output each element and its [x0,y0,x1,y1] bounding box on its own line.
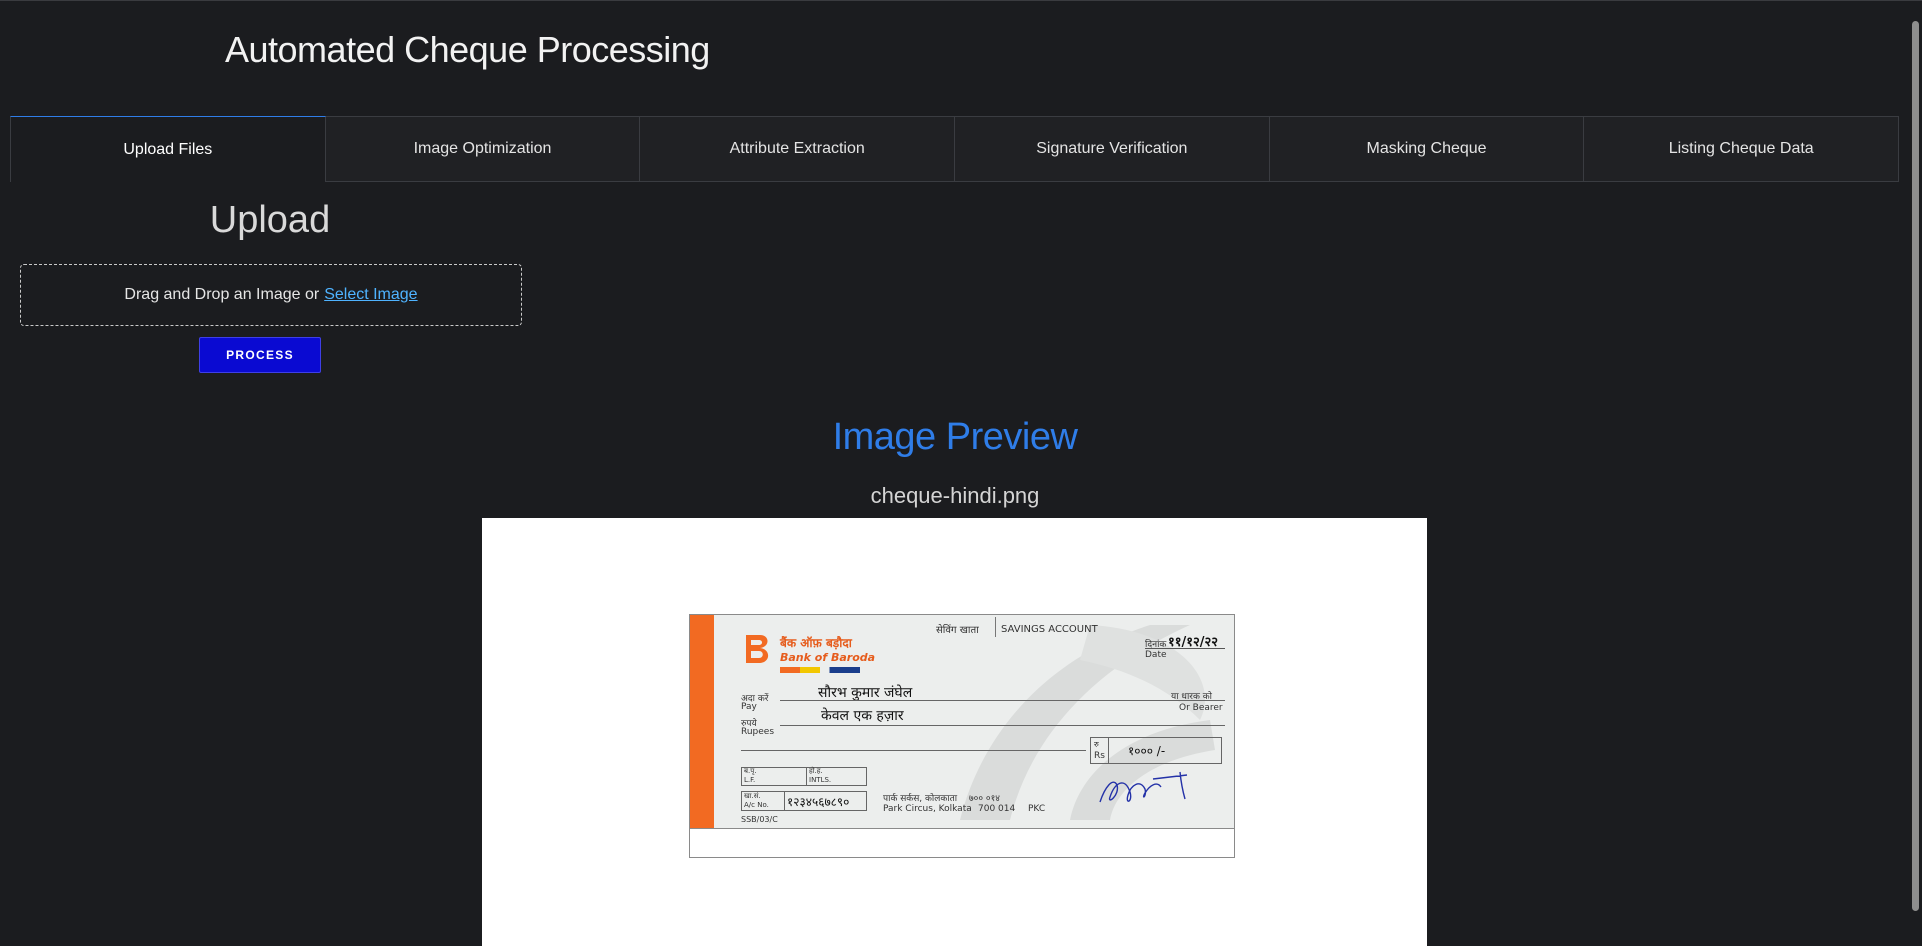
payee-line [780,700,1225,701]
account-type: SAVINGS ACCOUNT [1001,624,1098,635]
account-type-divider [995,617,996,637]
tab-bar: Upload Files Image Optimization Attribut… [10,116,1900,182]
app-window: Automated Cheque Processing Upload Files… [0,0,1922,946]
tab-upload-files[interactable]: Upload Files [10,116,326,182]
acno-box-divider [784,791,785,811]
tab-signature-verification[interactable]: Signature Verification [955,116,1270,182]
words-line-2 [741,750,1086,751]
preview-filename: cheque-hindi.png [870,483,1040,508]
rs-label: Rs [1094,751,1105,761]
image-preview-frame: बैंक ऑफ़ बड़ौदा Bank of Baroda सेविंग खा… [482,518,1427,946]
tab-attribute-extraction[interactable]: Attribute Extraction [640,116,956,182]
lf-box [741,767,867,786]
branch-code: PKC [1028,804,1046,814]
cheque-body: बैंक ऑफ़ बड़ौदा Bank of Baroda सेविंग खा… [690,615,1234,829]
intls-label-hindi: हो.ह. [809,767,823,775]
pin-hindi: ७०० ०१४ [969,794,1000,804]
date-label: Date [1145,650,1167,660]
lf-label-hindi: ब.पृ. [744,767,757,775]
cheque-image: बैंक ऑफ़ बड़ौदा Bank of Baroda सेविंग खा… [689,614,1235,858]
acno-label: A/c No. [744,801,769,809]
bank-logo-colors [780,667,860,673]
lf-box-divider [806,767,807,786]
branch-name: Park Circus, Kolkata [883,804,972,814]
tab-listing-cheque-data[interactable]: Listing Cheque Data [1584,116,1900,182]
dropzone-text: Drag and Drop an Image or [124,286,320,303]
bearer-label-hindi: या धारक को [1171,692,1212,702]
scrollbar-thumb[interactable] [1912,21,1919,911]
date-line [1145,648,1225,649]
image-preview-heading: Image Preview [832,416,1078,458]
select-image-link[interactable]: Select Image [324,286,417,304]
form-code: SSB/03/C [741,815,778,824]
amount-in-figures: १००० /- [1128,744,1166,758]
app-title: Automated Cheque Processing [225,29,710,70]
rs-label-hindi: रु [1094,740,1099,749]
lf-label: L.F. [744,776,756,784]
bank-logo-icon [746,635,769,663]
pay-label: Pay [741,702,757,712]
account-number: १२३४५६७८९० [787,795,850,809]
cheque-stripe [690,615,714,828]
amount-in-words: केवल एक हज़ार [821,708,904,724]
bank-name-hindi: बैंक ऑफ़ बड़ौदा [780,636,852,650]
vertical-scrollbar[interactable] [1908,1,1922,946]
bank-name: Bank of Baroda [780,651,876,664]
rupees-label: Rupees [741,727,775,737]
amount-box-divider [1108,737,1109,764]
intls-label: INTLS. [809,776,832,784]
bearer-label: Or Bearer [1179,703,1223,713]
acno-label-hindi: खा.सं. [744,792,761,800]
account-type-hindi: सेविंग खाता [936,625,979,636]
process-button[interactable]: PROCESS [199,337,321,373]
tab-image-optimization[interactable]: Image Optimization [325,116,641,182]
words-line-1 [780,725,1225,726]
tab-masking-cheque[interactable]: Masking Cheque [1269,116,1585,182]
upload-heading: Upload [209,199,331,241]
signature-icon [1099,771,1188,803]
image-dropzone[interactable]: Drag and Drop an Image or Select Image [20,264,522,326]
branch-hindi: पार्क सर्कस, कोलकाता [883,794,958,804]
branch-pin: 700 014 [978,804,1016,814]
